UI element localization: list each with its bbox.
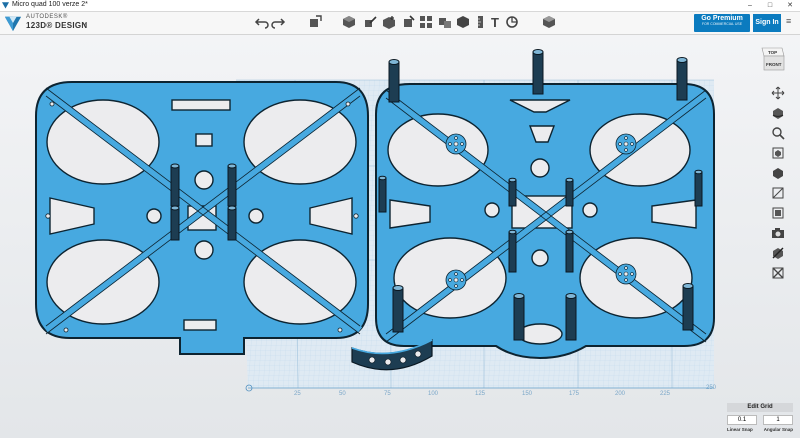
x-tick: 150 [522, 391, 533, 397]
zoom-icon[interactable] [771, 126, 785, 140]
x-tick: 200 [615, 391, 626, 397]
scene-canvas[interactable]: 25 50 75 100 125 150 175 200 225 250 225… [0, 35, 800, 438]
view-cube-front-label: FRONT [766, 62, 782, 67]
minimize-button[interactable]: – [740, 0, 760, 11]
brand-company: AUTODESK® [26, 14, 68, 20]
close-button[interactable]: ✕ [780, 0, 800, 11]
edit-grid-panel: Edit Grid 0.1 1 Linear Snap Angular Snap [727, 403, 793, 432]
frame-plate-right[interactable] [375, 49, 715, 360]
app-menu-caret[interactable]: ⌄ [81, 18, 88, 27]
premium-label: Go Premium [701, 15, 743, 22]
construct-icon[interactable] [381, 14, 397, 30]
ortho-icon[interactable] [771, 166, 785, 180]
undo-icon[interactable] [254, 14, 270, 30]
fit-icon[interactable] [771, 146, 785, 160]
x-tick: 125 [475, 391, 486, 397]
redo-icon[interactable] [270, 14, 286, 30]
text-icon[interactable]: T [488, 14, 504, 30]
material-view-icon[interactable] [771, 186, 785, 200]
text-tool-glyph: T [491, 15, 499, 30]
snap-icon[interactable] [504, 14, 520, 30]
transform-icon[interactable] [307, 14, 323, 30]
orbit-icon[interactable] [771, 106, 785, 120]
material-icon[interactable] [541, 14, 557, 30]
linear-snap-label: Linear Snap [727, 427, 753, 432]
edit-grid-button[interactable]: Edit Grid [727, 403, 793, 412]
app-icon [2, 2, 9, 9]
view-cube[interactable]: TOP FRONT [760, 42, 786, 72]
linear-snap-input[interactable]: 0.1 [727, 415, 757, 425]
x-tick: 175 [569, 391, 580, 397]
primitives-icon[interactable] [341, 14, 357, 30]
view-cube-top-label: TOP [768, 50, 777, 55]
overflow-menu-icon[interactable]: ≡ [786, 16, 791, 26]
navigation-bar [771, 86, 787, 286]
measure-icon[interactable] [473, 14, 489, 30]
screenshot-icon[interactable] [771, 226, 785, 240]
modify-icon[interactable] [400, 14, 416, 30]
group-icon[interactable] [437, 14, 453, 30]
brand-product: 123D® DESIGN [26, 21, 88, 30]
x-tick: 50 [339, 391, 346, 397]
x-tick: 75 [384, 391, 391, 397]
x-tick: 100 [428, 391, 439, 397]
maximize-button[interactable]: □ [760, 0, 780, 11]
pan-icon[interactable] [771, 86, 785, 100]
angular-snap-input[interactable]: 1 [763, 415, 793, 425]
frame-plate-left[interactable] [35, 81, 369, 355]
x-tick: 225 [660, 391, 671, 397]
angular-snap-label: Angular Snap [763, 427, 793, 432]
pattern-icon[interactable] [418, 14, 434, 30]
hide-icon[interactable] [771, 246, 785, 260]
3d-viewport[interactable]: 25 50 75 100 125 150 175 200 225 250 225… [0, 35, 800, 438]
outline-view-icon[interactable] [771, 206, 785, 220]
go-premium-button[interactable]: Go Premium FOR COMMERCIAL USE [694, 14, 750, 32]
main-toolbar: AUTODESK® 123D® DESIGN ⌄ T Go Premium FO… [0, 12, 800, 35]
sign-in-button[interactable]: Sign In [753, 14, 781, 32]
grid-toggle-icon[interactable] [771, 266, 785, 280]
premium-sublabel: FOR COMMERCIAL USE [701, 22, 743, 26]
window-title: Micro quad 100 verze 2* [12, 1, 88, 8]
title-bar: Micro quad 100 verze 2* – □ ✕ [0, 0, 800, 12]
autodesk-logo-icon [4, 16, 22, 32]
x-tick: 25 [294, 391, 301, 397]
combine-icon[interactable] [455, 14, 471, 30]
sketch-icon[interactable] [362, 14, 378, 30]
